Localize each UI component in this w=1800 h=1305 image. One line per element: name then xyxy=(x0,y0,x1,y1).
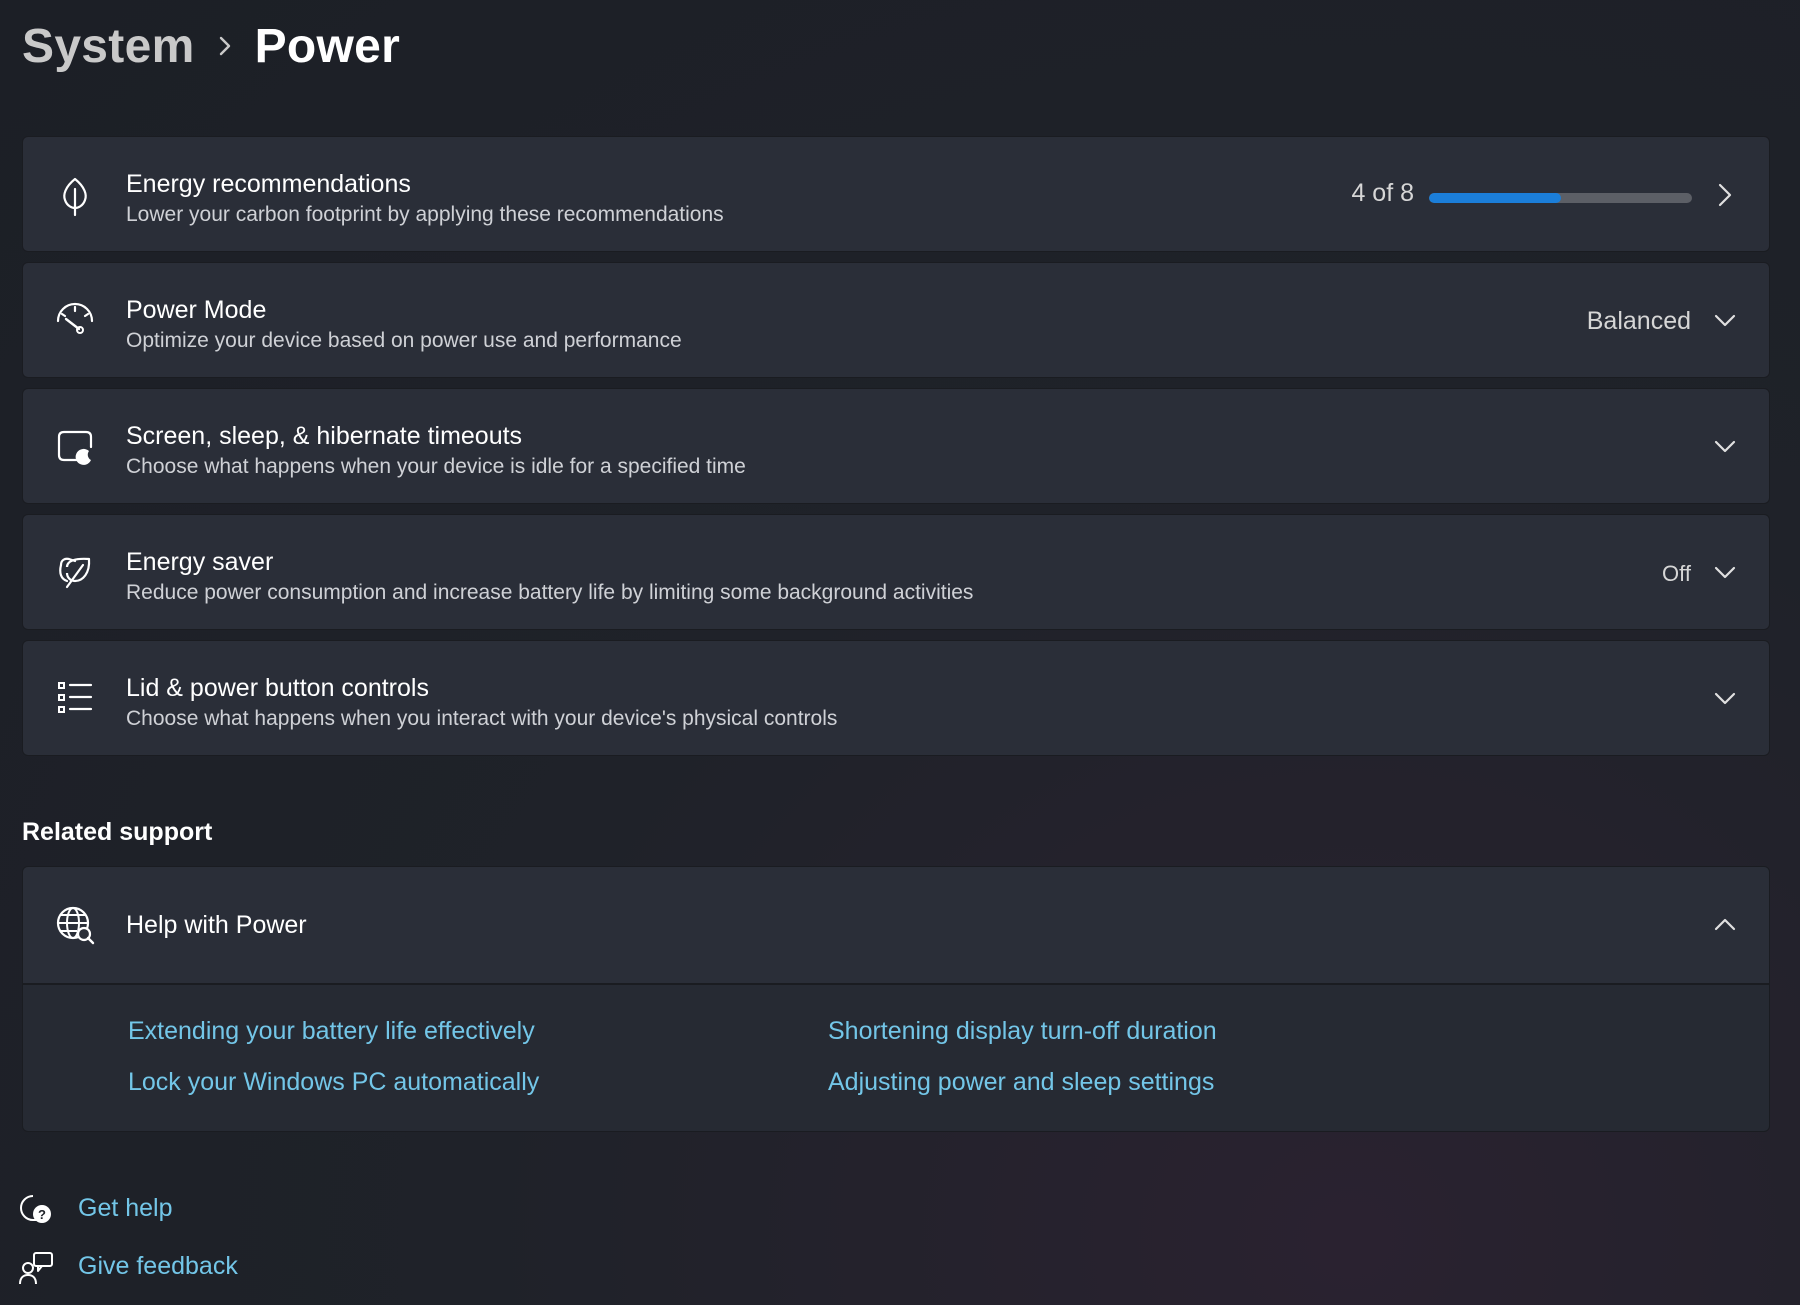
energy-saver-title: Energy saver xyxy=(126,548,274,576)
progress-fill xyxy=(1429,193,1561,203)
lid-power-description: Choose what happens when you interact wi… xyxy=(126,707,838,730)
speedometer-icon xyxy=(53,299,97,343)
chevron-right-icon xyxy=(1707,177,1743,213)
energy-recommendations-count: 4 of 8 xyxy=(1351,179,1414,207)
related-support-heading: Related support xyxy=(22,818,213,846)
screen-moon-icon xyxy=(53,425,97,469)
energy-recommendations-progress xyxy=(1429,193,1692,203)
chevron-down-icon[interactable] xyxy=(1707,303,1743,339)
energy-saver-description: Reduce power consumption and increase ba… xyxy=(126,581,974,604)
breadcrumb: System Power xyxy=(22,14,400,78)
help-link-power-sleep[interactable]: Adjusting power and sleep settings xyxy=(828,1068,1214,1097)
screen-sleep-description: Choose what happens when your device is … xyxy=(126,455,746,478)
breadcrumb-system[interactable]: System xyxy=(22,19,195,74)
lid-power-title: Lid & power button controls xyxy=(126,674,429,702)
chevron-down-icon[interactable] xyxy=(1707,555,1743,591)
chevron-down-icon[interactable] xyxy=(1707,681,1743,717)
power-mode-card[interactable]: Power Mode Optimize your device based on… xyxy=(22,262,1770,378)
get-help-icon: ? xyxy=(18,1192,54,1228)
energy-recommendations-description: Lower your carbon footprint by applying … xyxy=(126,203,724,226)
breadcrumb-chevron-icon xyxy=(195,14,255,78)
energy-saver-leaf-icon xyxy=(53,551,97,595)
svg-text:?: ? xyxy=(38,1207,46,1222)
power-mode-title: Power Mode xyxy=(126,296,267,324)
energy-saver-card[interactable]: Energy saver Reduce power consumption an… xyxy=(22,514,1770,630)
help-with-power-title: Help with Power xyxy=(126,911,307,939)
page-title: Power xyxy=(254,19,401,73)
leaf-icon xyxy=(53,173,97,217)
energy-recommendations-card[interactable]: Energy recommendations Lower your carbon… xyxy=(22,136,1770,252)
lid-power-card[interactable]: Lid & power button controls Choose what … xyxy=(22,640,1770,756)
help-with-power-header[interactable]: Help with Power xyxy=(23,867,1769,985)
help-with-power-panel: Help with Power Extending your battery l… xyxy=(22,866,1770,1132)
help-link-lock-pc[interactable]: Lock your Windows PC automatically xyxy=(128,1068,539,1097)
feedback-icon xyxy=(18,1250,54,1286)
power-mode-description: Optimize your device based on power use … xyxy=(126,329,682,352)
get-help-link[interactable]: Get help xyxy=(78,1194,173,1223)
chevron-up-icon[interactable] xyxy=(1707,907,1743,943)
energy-saver-status: Off xyxy=(1662,561,1691,586)
globe-help-icon xyxy=(53,903,97,947)
help-link-display-turn-off[interactable]: Shortening display turn-off duration xyxy=(828,1017,1217,1046)
power-mode-dropdown-value[interactable]: Balanced xyxy=(1587,307,1691,336)
screen-sleep-card[interactable]: Screen, sleep, & hibernate timeouts Choo… xyxy=(22,388,1770,504)
chevron-down-icon[interactable] xyxy=(1707,429,1743,465)
help-link-battery-life[interactable]: Extending your battery life effectively xyxy=(128,1017,535,1046)
list-icon xyxy=(53,677,97,721)
screen-sleep-title: Screen, sleep, & hibernate timeouts xyxy=(126,422,523,450)
give-feedback-link[interactable]: Give feedback xyxy=(78,1252,238,1281)
energy-recommendations-title: Energy recommendations xyxy=(126,170,411,198)
